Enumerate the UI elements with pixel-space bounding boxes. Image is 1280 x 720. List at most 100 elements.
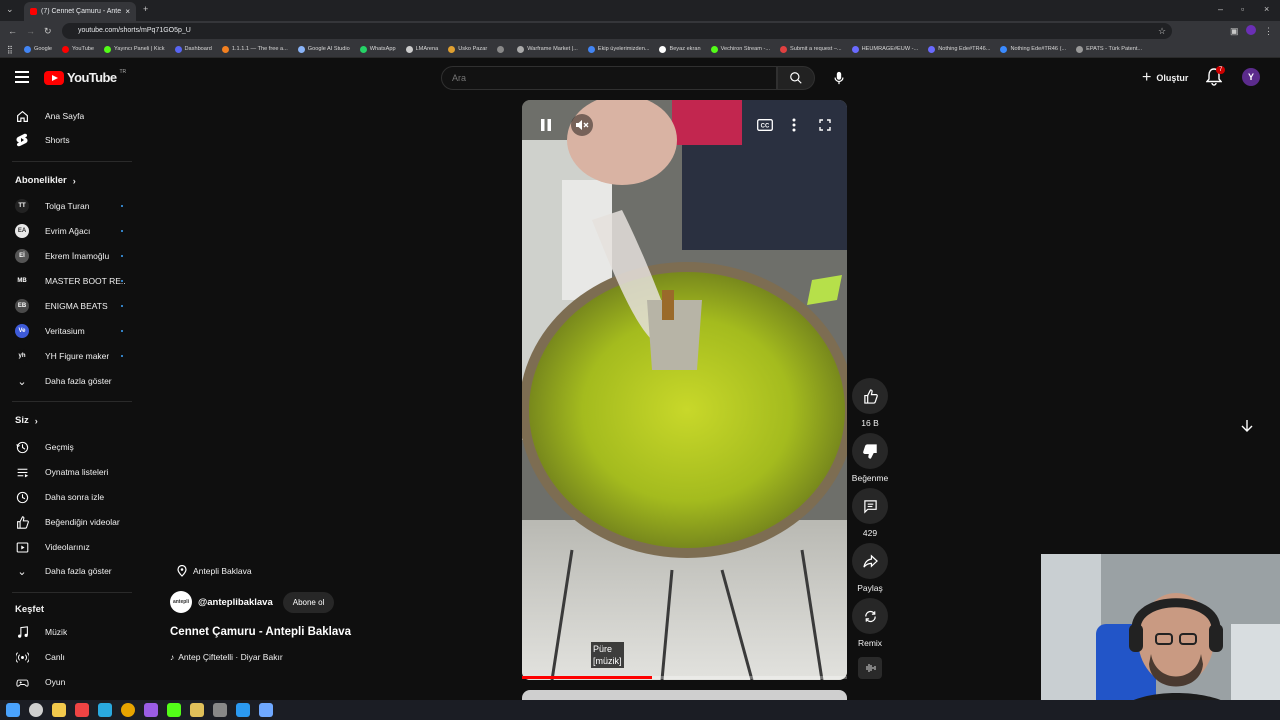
- music-info[interactable]: ♪ Antep Çiftetelli · Diyar Bakır: [170, 652, 283, 662]
- start-menu-icon[interactable]: [6, 703, 20, 717]
- remix-button[interactable]: Remix: [850, 598, 890, 648]
- apps-icon[interactable]: ⣿: [7, 45, 13, 54]
- file-explorer-icon[interactable]: [52, 703, 66, 717]
- like-circle[interactable]: [852, 378, 888, 414]
- maximize-icon[interactable]: ▫: [1241, 4, 1244, 14]
- show-more-subscriptions-button[interactable]: ⌄ Daha fazla göster: [0, 370, 145, 392]
- app-light-blue-icon[interactable]: [259, 703, 273, 717]
- bookmark-item[interactable]: LMArena: [405, 45, 438, 53]
- url-field[interactable]: youtube.com/shorts/mPq71GO5p_U: [62, 23, 1172, 39]
- sidebar-item-you[interactable]: Oynatma listeleri: [0, 461, 145, 483]
- bookmark-item[interactable]: Nothing Ede#TR46 (...: [1000, 45, 1066, 53]
- sidebar-item-explore[interactable]: Müzik: [0, 621, 145, 643]
- bookmark-item[interactable]: HEUMRAGE#EUW -...: [851, 45, 918, 53]
- channel-name[interactable]: @anteplibaklava: [198, 597, 273, 608]
- notifications-button[interactable]: 7: [1205, 66, 1226, 88]
- subscribe-button[interactable]: Abone ol: [282, 591, 335, 613]
- dislike-button[interactable]: Beğenme: [850, 433, 890, 483]
- chrome-icon[interactable]: [121, 703, 135, 717]
- sidebar-item-you[interactable]: Videolarınız: [0, 536, 145, 558]
- mute-button[interactable]: [571, 114, 593, 136]
- location-tag[interactable]: Antepli Baklava: [177, 565, 252, 577]
- bookmark-star-icon[interactable]: ☆: [1158, 26, 1166, 37]
- bookmark-item[interactable]: 1.1.1.1 — The free a...: [221, 45, 288, 53]
- sidebar-item-you[interactable]: Daha sonra izle: [0, 486, 145, 508]
- sidebar-item-subscription[interactable]: EA Evrim Ağacı: [0, 220, 145, 242]
- reload-icon[interactable]: ↻: [44, 26, 52, 37]
- account-avatar[interactable]: Y: [1242, 68, 1260, 86]
- tab-search-icon[interactable]: ⌄: [6, 4, 14, 15]
- search-button[interactable]: [777, 66, 815, 90]
- app-green-icon[interactable]: [167, 703, 181, 717]
- create-button[interactable]: + Oluştur: [1136, 67, 1194, 89]
- minimize-icon[interactable]: –: [1218, 4, 1223, 14]
- sidebar-item-subscription[interactable]: Eİ Ekrem İmamoğlu: [0, 245, 145, 267]
- forward-icon[interactable]: →: [26, 26, 35, 36]
- sidebar-item-explore[interactable]: Canlı: [0, 646, 145, 668]
- hamburger-menu-icon[interactable]: [15, 71, 29, 83]
- profile-icon[interactable]: [1246, 25, 1256, 35]
- extensions-icon[interactable]: ▣: [1230, 26, 1239, 37]
- short-title[interactable]: Cennet Çamuru - Antepli Baklava: [170, 626, 351, 638]
- remix-circle[interactable]: [852, 598, 888, 634]
- bookmark-item[interactable]: EPATS - Türk Patent...: [1076, 45, 1142, 53]
- telegram-icon[interactable]: [98, 703, 112, 717]
- short-video-player[interactable]: [522, 100, 847, 680]
- sidebar-item-subscription[interactable]: TT Tolga Turan: [0, 195, 145, 217]
- subscriptions-heading[interactable]: Abonelikler ›: [15, 175, 76, 186]
- sidebar-item-subscription[interactable]: Ve Veritasium: [0, 320, 145, 342]
- bookmark-item[interactable]: Submit a request –...: [780, 45, 842, 53]
- sidebar-item-you[interactable]: Beğendiğin videolar: [0, 511, 145, 533]
- show-more-you-button[interactable]: ⌄ Daha fazla göster: [0, 560, 145, 582]
- sidebar-item-explore[interactable]: Oyun: [0, 671, 145, 693]
- app-grey-icon[interactable]: [213, 703, 227, 717]
- bookmark-item[interactable]: [497, 45, 507, 53]
- bookmark-item[interactable]: YouTube: [62, 45, 94, 53]
- channel-avatar[interactable]: antepli: [170, 591, 192, 613]
- bookmark-item[interactable]: Beyaz ekran: [659, 45, 701, 53]
- video-progress-bar[interactable]: [522, 676, 847, 679]
- browser-tab-active[interactable]: (7) Cennet Çamuru - Antepli Ba... ×: [24, 2, 136, 21]
- app-yellow-icon[interactable]: [190, 703, 204, 717]
- bookmark-item[interactable]: WhatsApp: [359, 45, 396, 53]
- sidebar-item-subscription[interactable]: EB ENIGMA BEATS: [0, 295, 145, 317]
- bookmark-item[interactable]: Ekip üyelerimizden...: [587, 45, 649, 53]
- tab-close-icon[interactable]: ×: [125, 7, 130, 16]
- bookmark-item[interactable]: Nothing Ede#TR46...: [928, 45, 990, 53]
- more-options-button[interactable]: [787, 116, 801, 134]
- sidebar-item-home[interactable]: Ana Sayfa: [0, 105, 145, 127]
- bookmark-item[interactable]: Usko Pazar: [448, 45, 487, 53]
- sidebar-item-shorts[interactable]: Shorts: [0, 129, 145, 151]
- app-red-icon[interactable]: [75, 703, 89, 717]
- youtube-logo[interactable]: YouTube TR: [44, 69, 126, 85]
- bookmark-item[interactable]: Dashboard: [174, 45, 212, 53]
- bookmark-item[interactable]: Google: [24, 45, 52, 53]
- captions-button[interactable]: CC: [756, 117, 774, 133]
- pause-button[interactable]: [535, 114, 557, 136]
- new-tab-icon[interactable]: +: [143, 4, 148, 14]
- comments-button[interactable]: 429: [850, 488, 890, 538]
- app-blue-icon[interactable]: [236, 703, 250, 717]
- sidebar-item-subscription[interactable]: yh YH Figure maker: [0, 345, 145, 367]
- search-input[interactable]: [442, 67, 742, 83]
- bookmark-item[interactable]: Yayıncı Paneli | Kick: [104, 45, 165, 53]
- bookmark-item[interactable]: Warframe Market |...: [517, 45, 578, 53]
- window-close-icon[interactable]: ×: [1264, 4, 1269, 14]
- dislike-circle[interactable]: [852, 433, 888, 469]
- browser-menu-icon[interactable]: ⋮: [1264, 26, 1273, 37]
- sidebar-item-subscription[interactable]: MB MASTER BOOT RE...: [0, 270, 145, 292]
- you-heading[interactable]: Siz ›: [15, 415, 38, 426]
- fullscreen-button[interactable]: [817, 117, 833, 133]
- back-icon[interactable]: ←: [8, 26, 17, 36]
- bookmark-item[interactable]: Vechiron Stream -...: [710, 45, 770, 53]
- app-purple-icon[interactable]: [144, 703, 158, 717]
- next-short-button[interactable]: [1237, 416, 1257, 436]
- taskbar-search-icon[interactable]: [29, 703, 43, 717]
- search-box[interactable]: [441, 66, 777, 90]
- bookmark-item[interactable]: Google AI Studio: [297, 45, 350, 53]
- like-button[interactable]: 16 B: [850, 378, 890, 428]
- comments-circle[interactable]: [852, 488, 888, 524]
- sound-thumbnail[interactable]: [858, 657, 882, 679]
- share-circle[interactable]: [852, 543, 888, 579]
- sidebar-item-you[interactable]: Geçmiş: [0, 436, 145, 458]
